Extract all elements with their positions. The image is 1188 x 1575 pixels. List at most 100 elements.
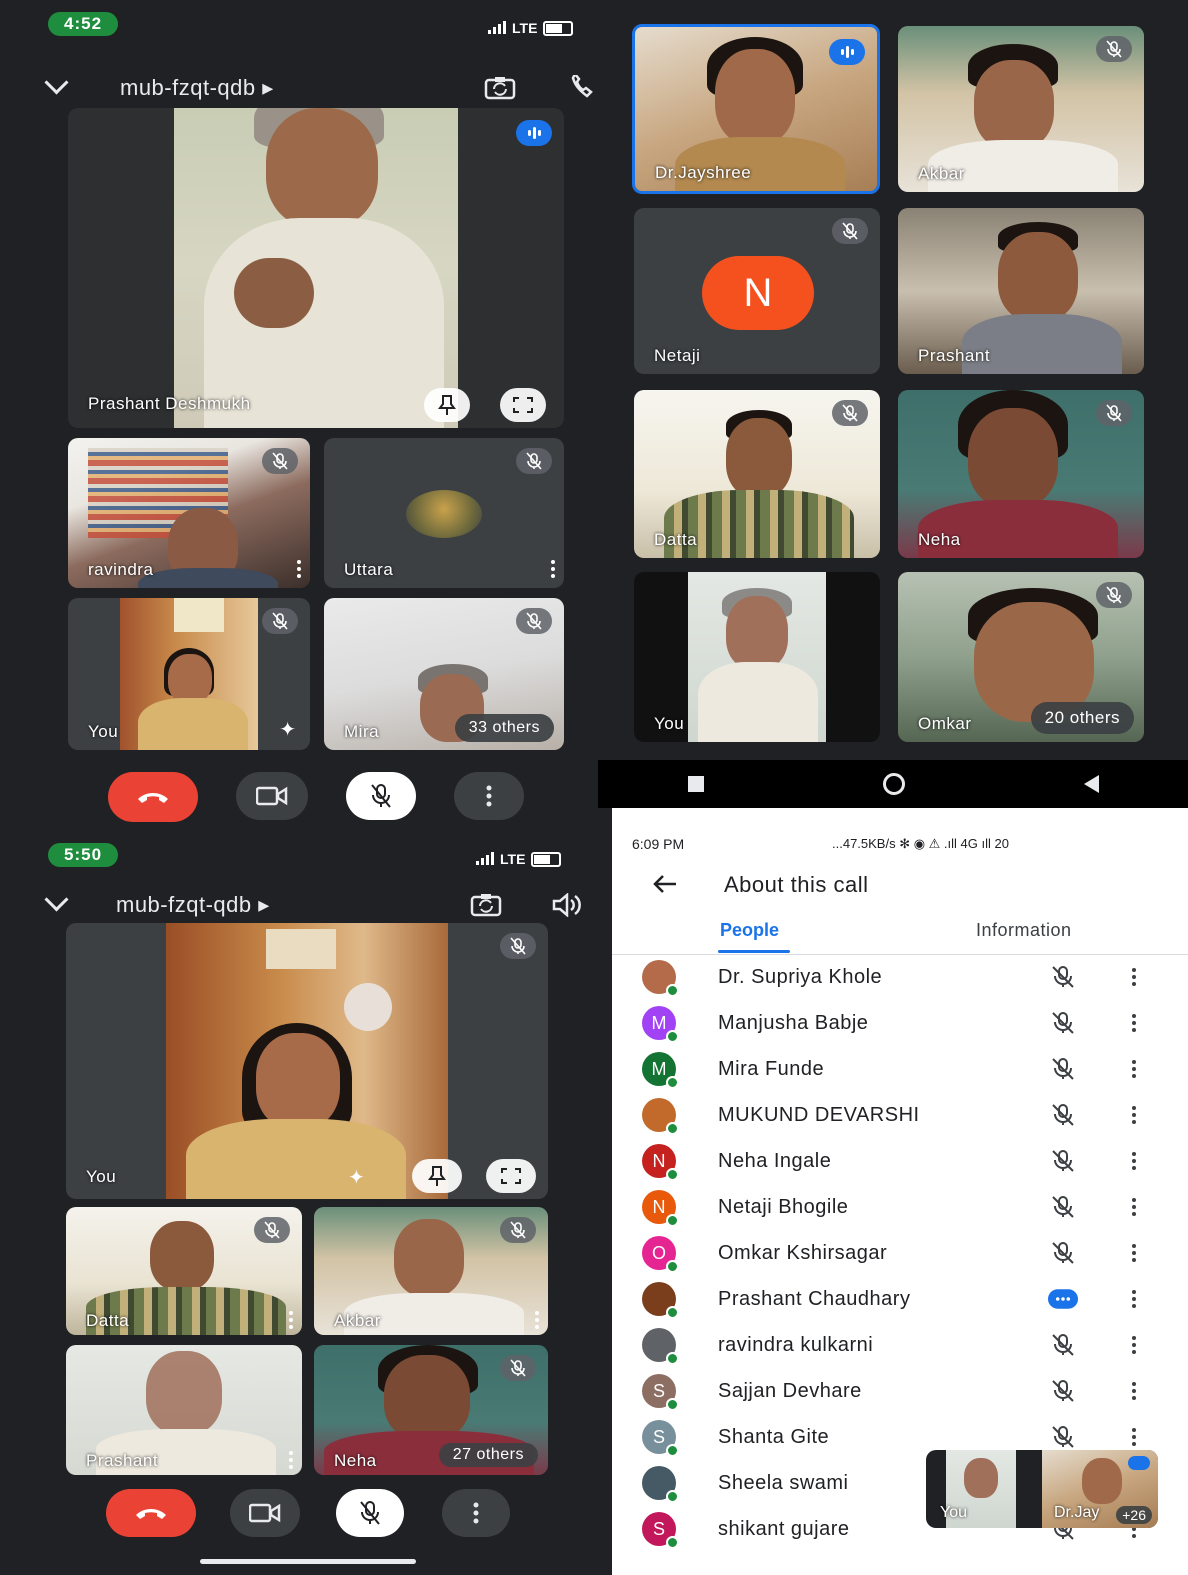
mic-toggle-button[interactable] [336,1489,404,1537]
mic-toggle-button[interactable] [346,772,416,820]
others-count-badge[interactable]: 27 others [438,1443,538,1467]
more-options-icon[interactable] [1130,1152,1138,1170]
video-tile[interactable]: Neha [898,390,1144,558]
muted-icon[interactable] [1048,1376,1078,1406]
audio-output-icon[interactable] [566,75,598,101]
participant-row[interactable]: S Sajjan Devhare [612,1368,1188,1414]
more-options-icon[interactable] [1130,1060,1138,1078]
participant-row[interactable]: Prashant Chaudhary [612,1276,1188,1322]
camera-toggle-button[interactable] [230,1489,300,1537]
video-tile[interactable]: Mira 33 others [324,598,564,750]
muted-icon[interactable] [1048,1192,1078,1222]
video-tile[interactable]: Akbar [314,1207,548,1335]
signal-icon [488,21,506,34]
tab-information[interactable]: Information [976,920,1072,941]
gesture-nav-bar[interactable] [200,1559,416,1564]
self-video-tile[interactable]: You [634,572,880,742]
more-options-icon[interactable] [296,560,302,578]
pin-button[interactable] [412,1159,462,1193]
collapse-chevron-icon[interactable] [44,70,69,95]
switch-camera-icon[interactable] [470,892,502,918]
participant-row[interactable]: N Neha Ingale [612,1138,1188,1184]
participant-row[interactable]: MUKUND DEVARSHI [612,1092,1188,1138]
video-tile[interactable]: Uttara [324,438,564,588]
avatar-initial: S [652,1426,665,1447]
participant-row[interactable]: Dr. Supriya Khole [612,954,1188,1000]
video-tile[interactable]: ravindra [68,438,310,588]
more-options-icon[interactable] [1130,968,1138,986]
others-count-badge[interactable]: 20 others [1030,702,1134,734]
back-nav-icon[interactable] [1083,775,1099,793]
picture-in-picture[interactable]: You Dr.Jay +26 [926,1450,1158,1528]
speaking-indicator-icon [516,120,552,146]
more-options-icon[interactable] [534,1311,540,1329]
muted-icon [1096,36,1132,62]
participant-row[interactable]: O Omkar Kshirsagar [612,1230,1188,1276]
participant-name: Shanta Gite [718,1425,830,1448]
muted-icon [262,608,298,634]
more-options-icon[interactable] [1130,1428,1138,1446]
video-tile[interactable]: Prashant [898,208,1144,374]
featured-video-tile[interactable]: Prashant Deshmukh [68,108,564,428]
muted-icon[interactable] [1048,1238,1078,1268]
more-options-button[interactable] [454,772,524,820]
more-options-icon[interactable] [550,560,556,578]
end-call-button[interactable] [108,772,198,822]
more-options-icon[interactable] [1130,1336,1138,1354]
participant-row[interactable]: M Mira Funde [612,1046,1188,1092]
switch-camera-icon[interactable] [484,75,516,101]
video-tile[interactable]: Omkar 20 others [898,572,1144,742]
muted-icon [500,1217,536,1243]
fullscreen-button[interactable] [500,388,546,422]
self-video-tile[interactable]: You ✦ [68,598,310,750]
muted-icon[interactable] [1048,1422,1078,1452]
more-options-icon[interactable] [1130,1014,1138,1032]
status-bar: 5:50 LTE [0,841,612,881]
video-tile[interactable]: Dr.Jayshree [632,24,880,194]
participant-name: Prashant [86,1451,159,1470]
more-options-icon[interactable] [1130,1198,1138,1216]
more-options-icon[interactable] [288,1311,294,1329]
effects-sparkle-icon[interactable]: ✦ [348,1165,365,1190]
more-options-icon[interactable] [1130,1290,1138,1308]
more-options-button[interactable] [442,1489,510,1537]
more-options-icon[interactable] [288,1451,294,1469]
tab-people[interactable]: People [720,920,779,941]
video-tile[interactable]: Datta [66,1207,302,1335]
muted-icon[interactable] [1048,962,1078,992]
meeting-code[interactable]: mub-fzqt-qdb ▸ [120,75,274,101]
participant-row[interactable]: N Netaji Bhogile [612,1184,1188,1230]
more-options-icon[interactable] [1130,1382,1138,1400]
meeting-code[interactable]: mub-fzqt-qdb ▸ [116,892,270,918]
participant-row[interactable]: ravindra kulkarni [612,1322,1188,1368]
back-arrow-icon[interactable] [652,874,678,899]
muted-icon[interactable] [1048,1100,1078,1130]
muted-icon[interactable] [1048,1008,1078,1038]
muted-icon[interactable] [1048,1146,1078,1176]
online-dot [666,1306,679,1319]
participant-row[interactable]: M Manjusha Babje [612,1000,1188,1046]
avatar-initial: S [652,1380,665,1401]
online-dot [666,1076,679,1089]
end-call-button[interactable] [106,1489,196,1537]
video-tile[interactable]: Neha 27 others [314,1345,548,1475]
video-tile[interactable]: N Netaji [634,208,880,374]
more-options-icon[interactable] [1130,1244,1138,1262]
more-options-icon[interactable] [1130,1106,1138,1124]
effects-sparkle-icon[interactable]: ✦ [279,717,296,742]
muted-icon[interactable] [1048,1330,1078,1360]
video-tile[interactable]: Datta [634,390,880,558]
featured-self-video-tile[interactable]: You ✦ [66,923,548,1199]
collapse-chevron-icon[interactable] [44,887,69,912]
muted-icon[interactable] [1048,1054,1078,1084]
video-tile[interactable]: Akbar [898,26,1144,192]
video-tile[interactable]: Prashant [66,1345,302,1475]
others-count-badge[interactable]: 33 others [454,714,554,742]
camera-toggle-button[interactable] [236,772,308,820]
recents-nav-icon[interactable] [687,776,704,792]
pin-button[interactable] [424,388,470,422]
fullscreen-button[interactable] [486,1159,536,1193]
speaker-icon[interactable] [550,892,582,918]
participant-name: Datta [654,530,698,549]
home-nav-icon[interactable] [882,773,905,795]
